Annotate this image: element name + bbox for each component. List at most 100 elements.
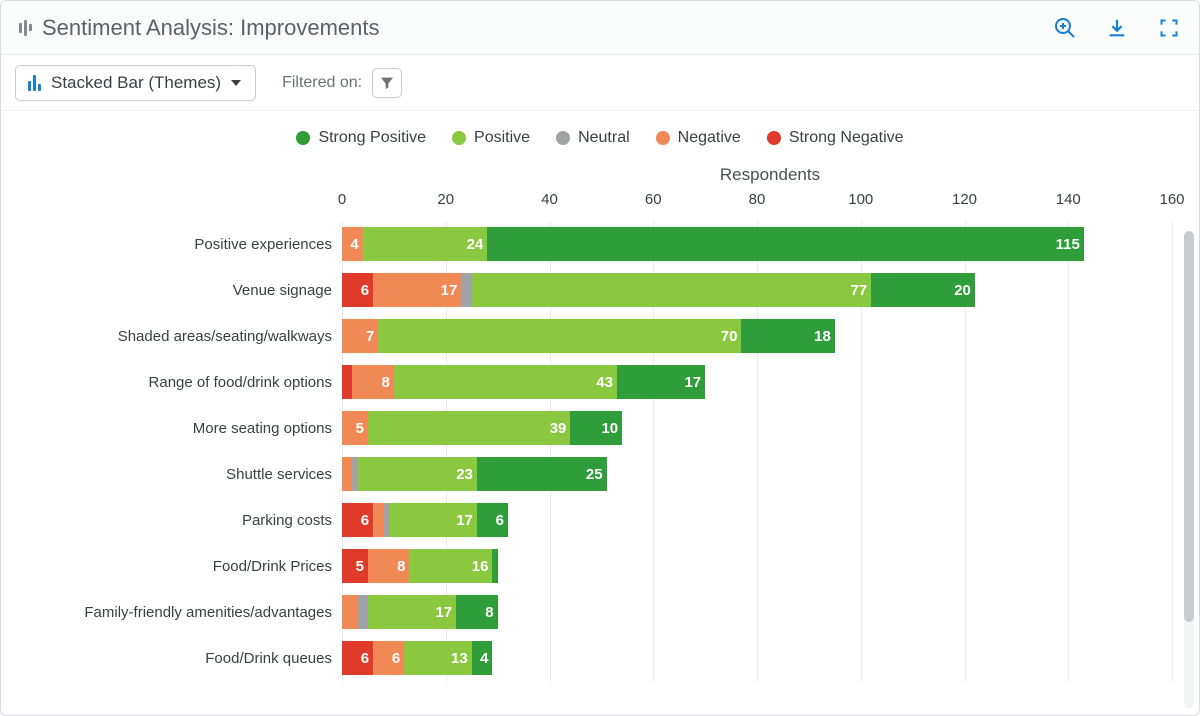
bar-segment[interactable] xyxy=(373,503,383,537)
bar-segment[interactable]: 6 xyxy=(477,503,508,537)
chevron-down-icon xyxy=(231,80,241,86)
bar-segment[interactable]: 20 xyxy=(871,273,975,307)
bar-segment[interactable]: 5 xyxy=(342,549,368,583)
bar-segment[interactable]: 24 xyxy=(363,227,488,261)
legend-swatch xyxy=(767,131,781,145)
bar-segment[interactable]: 70 xyxy=(378,319,741,353)
bars: 4241156177720770188431753910232561765816… xyxy=(342,221,1170,681)
filtered-on-label: Filtered on: xyxy=(282,74,362,92)
download-icon[interactable] xyxy=(1105,16,1129,40)
bar-segment[interactable] xyxy=(461,273,471,307)
panel: { "header": { "title": "Sentiment Analys… xyxy=(0,0,1200,716)
panel-header: Sentiment Analysis: Improvements xyxy=(1,1,1199,55)
x-tick: 0 xyxy=(338,191,346,208)
x-tick: 120 xyxy=(952,191,977,208)
legend-item[interactable]: Positive xyxy=(452,129,530,147)
bar-segment[interactable]: 43 xyxy=(394,365,617,399)
bar-segment[interactable]: 16 xyxy=(409,549,492,583)
legend-label: Neutral xyxy=(578,129,630,147)
bar-segment[interactable]: 115 xyxy=(487,227,1084,261)
toolbar: Stacked Bar (Themes) Filtered on: xyxy=(1,55,1199,111)
bar-segment[interactable]: 4 xyxy=(472,641,493,675)
legend-swatch xyxy=(296,131,310,145)
category-label: Shuttle services xyxy=(2,451,342,497)
zoom-in-icon[interactable] xyxy=(1053,16,1077,40)
category-labels: Positive experiencesVenue signageShaded … xyxy=(2,191,342,681)
bar-segment[interactable]: 4 xyxy=(342,227,363,261)
legend-swatch xyxy=(452,131,466,145)
bar-segment[interactable]: 6 xyxy=(373,641,404,675)
bar-segment[interactable]: 6 xyxy=(342,273,373,307)
bar-segment[interactable]: 5 xyxy=(342,411,368,445)
legend: Strong Positive Positive Neutral Negative St… xyxy=(2,111,1198,159)
filter-button[interactable] xyxy=(372,68,402,98)
chart: Strong Positive Positive Neutral Negative St… xyxy=(2,111,1198,714)
bar-segment[interactable] xyxy=(492,549,497,583)
bar-row: 2325 xyxy=(342,451,1170,497)
bar-segment[interactable]: 7 xyxy=(342,319,378,353)
category-label: Range of food/drink options xyxy=(2,359,342,405)
legend-swatch xyxy=(656,131,670,145)
bar-row: 77018 xyxy=(342,313,1170,359)
bar-row: 6176 xyxy=(342,497,1170,543)
x-axis-ticks: 020406080100120140160 xyxy=(342,191,1170,221)
bar-row: 84317 xyxy=(342,359,1170,405)
bar-chart-icon xyxy=(28,75,41,91)
bar-segment[interactable]: 18 xyxy=(741,319,834,353)
bar-row: 178 xyxy=(342,589,1170,635)
category-label: Food/Drink queues xyxy=(2,635,342,681)
panel-actions xyxy=(1053,16,1181,40)
bar-row: 617 7720 xyxy=(342,267,1170,313)
bar-row: 66134 xyxy=(342,635,1170,681)
category-label: Family-friendly amenities/advantages xyxy=(2,589,342,635)
scrollbar[interactable] xyxy=(1184,231,1194,708)
legend-label: Strong Positive xyxy=(318,129,426,147)
x-tick: 100 xyxy=(848,191,873,208)
x-tick: 140 xyxy=(1056,191,1081,208)
bar-segment[interactable]: 25 xyxy=(477,457,607,491)
bar-segment[interactable]: 17 xyxy=(373,273,461,307)
bar-segment[interactable] xyxy=(342,595,358,629)
bar-row: 424115 xyxy=(342,221,1170,267)
category-label: Venue signage xyxy=(2,267,342,313)
x-tick: 80 xyxy=(749,191,766,208)
chart-type-dropdown[interactable]: Stacked Bar (Themes) xyxy=(15,65,256,101)
bar-segment[interactable]: 39 xyxy=(368,411,570,445)
bar-segment[interactable]: 6 xyxy=(342,503,373,537)
x-tick: 20 xyxy=(437,191,454,208)
plot-column: 020406080100120140160 424115617772077018… xyxy=(342,191,1198,681)
legend-item[interactable]: Neutral xyxy=(556,129,630,147)
plot-area: Positive experiencesVenue signageShaded … xyxy=(2,191,1198,681)
bar-segment[interactable]: 23 xyxy=(358,457,477,491)
legend-label: Negative xyxy=(678,129,741,147)
bar-segment[interactable] xyxy=(342,457,352,491)
bar-segment[interactable]: 13 xyxy=(404,641,471,675)
category-label: Food/Drink Prices xyxy=(2,543,342,589)
x-tick: 60 xyxy=(645,191,662,208)
bar-segment[interactable]: 17 xyxy=(368,595,456,629)
bar-segment[interactable]: 17 xyxy=(617,365,705,399)
x-tick: 160 xyxy=(1159,191,1184,208)
fullscreen-icon[interactable] xyxy=(1157,16,1181,40)
bar-row: 53910 xyxy=(342,405,1170,451)
chart-icon xyxy=(19,20,32,36)
legend-label: Positive xyxy=(474,129,530,147)
legend-item[interactable]: Strong Negative xyxy=(767,129,904,147)
legend-swatch xyxy=(556,131,570,145)
x-tick: 40 xyxy=(541,191,558,208)
chart-type-label: Stacked Bar (Themes) xyxy=(51,73,221,93)
legend-label: Strong Negative xyxy=(789,129,904,147)
scrollbar-thumb[interactable] xyxy=(1184,231,1194,622)
bar-segment[interactable]: 6 xyxy=(342,641,373,675)
bar-segment[interactable]: 8 xyxy=(352,365,394,399)
category-label: Parking costs xyxy=(2,497,342,543)
bar-segment[interactable] xyxy=(342,365,352,399)
legend-item[interactable]: Strong Positive xyxy=(296,129,426,147)
bar-segment[interactable]: 10 xyxy=(570,411,622,445)
bar-segment[interactable]: 8 xyxy=(368,549,410,583)
bar-segment[interactable] xyxy=(358,595,368,629)
bar-segment[interactable]: 17 xyxy=(389,503,477,537)
bar-segment[interactable]: 77 xyxy=(472,273,871,307)
legend-item[interactable]: Negative xyxy=(656,129,741,147)
bar-segment[interactable]: 8 xyxy=(456,595,498,629)
